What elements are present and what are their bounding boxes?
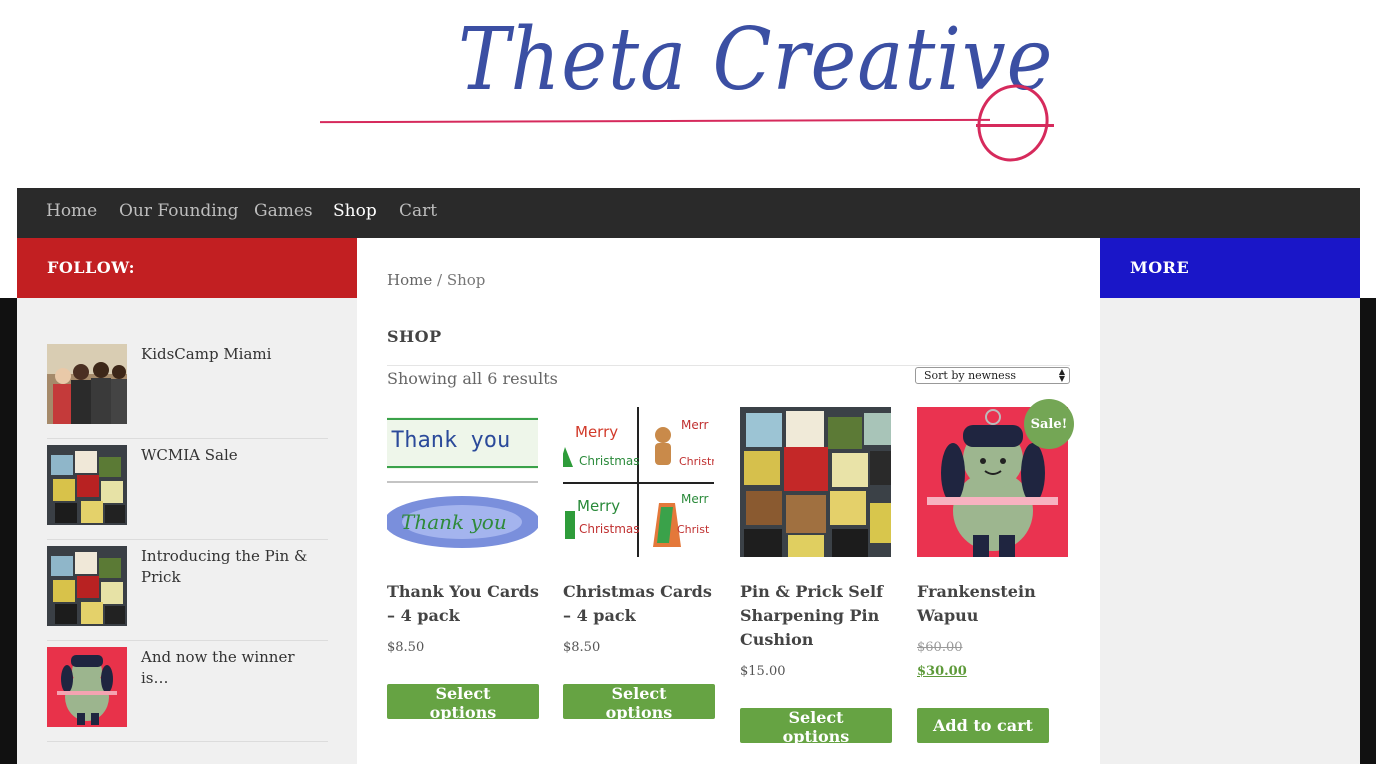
sale-badge: Sale! [1024,399,1074,449]
product-name[interactable]: Pin & Prick Self Sharpening Pin Cushion [740,580,896,652]
svg-text:Merr: Merr [681,418,708,432]
divider [387,365,1070,366]
post-thumbnail[interactable] [47,445,127,525]
post-thumbnail[interactable] [47,647,127,727]
post-title[interactable]: KidsCamp Miami [141,344,326,365]
site-logo[interactable]: Theta Creative [316,10,1062,173]
breadcrumb-separator: / [437,271,443,289]
svg-text:Merry: Merry [575,423,618,441]
svg-text:Merry: Merry [577,497,620,515]
product-old-price: $60.00 [917,640,963,655]
post-thumbnail[interactable] [47,344,127,424]
nav-item-games[interactable]: Games [254,201,313,221]
select-options-button[interactable]: Select options [740,708,892,746]
left-sidebar: FOLLOW: KidsCamp Miami WCMIA Sale Introd… [17,238,357,764]
svg-text:Merr: Merr [681,492,708,506]
product-image[interactable] [740,407,891,557]
nav-item-home[interactable]: Home [46,201,97,221]
product-name[interactable]: Frankenstein Wapuu [917,580,1073,628]
more-bar: MORE [1100,238,1360,298]
sort-selected-value: Sort by newness [924,369,1016,382]
product-image[interactable]: Thank you Thank you [387,407,538,557]
svg-text:Christmas: Christmas [579,522,640,536]
nav-item-shop[interactable]: Shop [333,201,377,221]
nav-item-cart[interactable]: Cart [399,201,437,221]
sidebar-post[interactable]: Introducing the Pin & Prick [47,540,328,641]
select-options-button[interactable]: Select options [563,684,715,722]
page-title: SHOP [387,327,442,346]
svg-text:Thank you: Thank you [401,510,507,534]
follow-bar: FOLLOW: [17,238,357,298]
post-title[interactable]: Introducing the Pin & Prick [141,546,326,588]
select-arrows-icon: ▲ ▼ [1058,367,1065,383]
product-name[interactable]: Thank You Cards – 4 pack [387,580,543,628]
product-image[interactable]: Merry Christmas Merr Christr Merry Chris… [563,407,714,557]
post-title[interactable]: WCMIA Sale [141,445,326,466]
breadcrumb: Home / Shop [387,271,485,289]
post-title[interactable]: And now the winner is… [141,647,326,689]
sidebar-post[interactable]: WCMIA Sale [47,439,328,540]
result-count: Showing all 6 results [387,369,558,388]
product-name[interactable]: Christmas Cards – 4 pack [563,580,719,628]
logo-underline [319,118,991,124]
post-thumbnail[interactable] [47,546,127,626]
product-price: $8.50 [387,640,425,655]
product-price: $8.50 [563,640,601,655]
site-header: Theta Creative [0,0,1376,188]
main-content: Home / Shop SHOP Showing all 6 results S… [357,238,1100,764]
main-navigation: Home Our Founding Games Shop Cart [17,188,1360,238]
svg-text:Christ: Christ [677,523,710,536]
nav-item-our-founding[interactable]: Our Founding [119,201,239,221]
select-options-button[interactable]: Select options [387,684,539,722]
add-to-cart-button[interactable]: Add to cart [917,708,1049,743]
theta-bar [976,124,1054,127]
svg-text:Thank you: Thank you [391,428,510,453]
right-sidebar: MORE [1100,238,1360,764]
product-sale-price: $30.00 [917,664,967,679]
more-heading: MORE [1130,258,1190,277]
sort-select[interactable]: Sort by newness ▲ ▼ [915,367,1070,384]
sidebar-post[interactable]: And now the winner is… [47,641,328,742]
product-price: $15.00 [740,664,786,679]
follow-heading: FOLLOW: [47,258,136,277]
logo-text: Theta Creative [458,10,1054,110]
breadcrumb-current: Shop [446,271,486,289]
breadcrumb-home-link[interactable]: Home [387,271,432,289]
sidebar-post[interactable]: KidsCamp Miami [47,338,328,439]
svg-text:Christmas: Christmas [579,454,640,468]
svg-text:Christr: Christr [679,455,714,468]
